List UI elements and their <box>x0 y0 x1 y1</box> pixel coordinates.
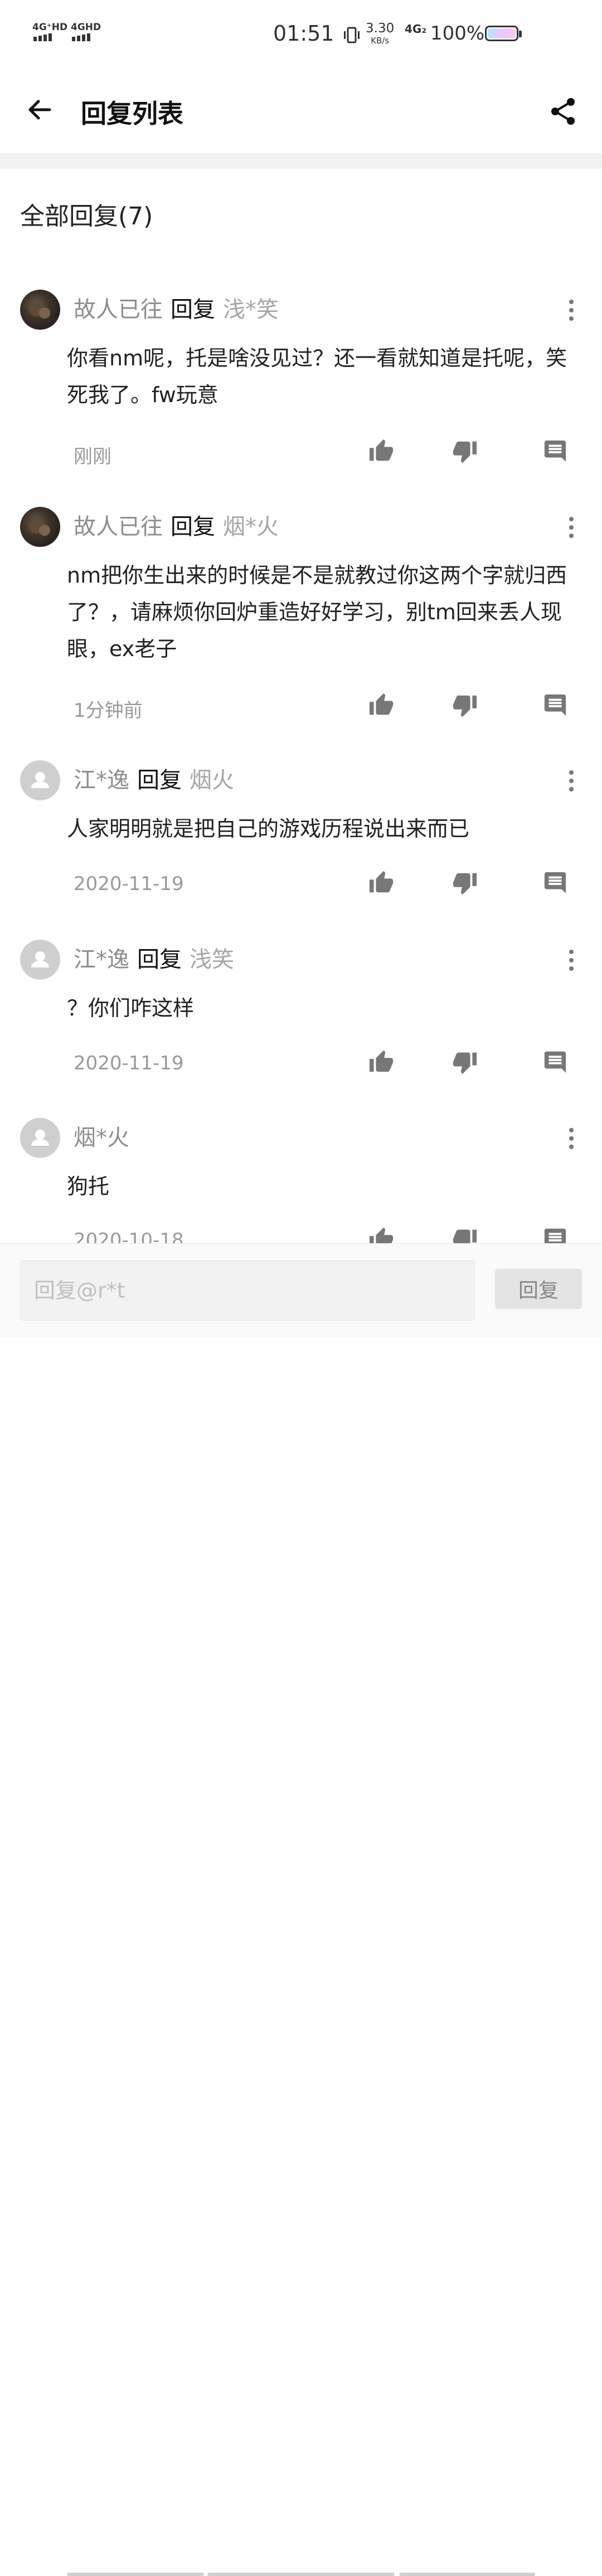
signal-icon <box>33 33 52 41</box>
vibrate-icon <box>344 27 360 43</box>
list-item: 故人已往 回复 烟*火 nm把你生出来的时候是不是就教过你这两个字就归西了？，请麻烦… <box>0 496 602 749</box>
avatar[interactable] <box>20 290 60 330</box>
reply-button[interactable] <box>538 688 572 722</box>
reply-word: 回复 <box>137 947 182 972</box>
like-button[interactable] <box>365 1045 398 1079</box>
dislike-button[interactable] <box>448 434 482 468</box>
nav-gesture-bar <box>399 2573 535 2576</box>
thumb-up-icon <box>369 693 394 715</box>
network-type: 4G₂ <box>405 22 427 36</box>
reply-target[interactable]: 烟*火 <box>223 514 279 540</box>
more-options-button[interactable] <box>563 946 580 974</box>
username[interactable]: 江*逸 <box>74 768 129 793</box>
reply-list: 故人已往 回复 浅*笑 你看nm呢，托是啥没见过？还一看就知道是托呢，笑死我了。fw… <box>0 278 602 1274</box>
net-speed: 3.30 KB/s <box>366 21 395 46</box>
more-options-button[interactable] <box>563 296 580 324</box>
reply-word: 回复 <box>137 768 182 793</box>
like-button[interactable] <box>365 688 398 722</box>
list-item: 江*逸 回复 浅笑 ？你们咋这样 2020-11-19 <box>0 928 602 1107</box>
like-button[interactable] <box>365 866 398 900</box>
header-divider <box>0 153 602 169</box>
send-reply-button[interactable]: 回复 <box>495 1269 582 1309</box>
comment-header: 江*逸 回复 浅笑 <box>74 945 234 974</box>
comment-text: nm把你生出来的时候是不是就教过你这两个字就归西了？，请麻烦你回炉重造好好学习，… <box>67 563 567 661</box>
reply-button[interactable] <box>538 434 572 468</box>
arrow-left-icon <box>28 100 51 120</box>
username[interactable]: 江*逸 <box>74 947 129 972</box>
thumb-up-icon <box>369 871 394 893</box>
thumb-up-icon <box>369 1050 394 1072</box>
reply-target[interactable]: 烟火 <box>190 768 234 793</box>
thumb-down-icon <box>453 441 477 463</box>
comment-text: 你看nm呢，托是啥没见过？还一看就知道是托呢，笑死我了。fw玩意 <box>67 346 567 407</box>
comment-time: 刚刚 <box>74 446 111 468</box>
default-avatar-icon <box>31 1130 49 1146</box>
comment-header: 烟*火 <box>74 1123 129 1152</box>
comment-time: 1分钟前 <box>74 700 143 722</box>
reply-word: 回复 <box>171 514 215 540</box>
avatar[interactable] <box>20 940 60 980</box>
username[interactable]: 烟*火 <box>74 1125 129 1151</box>
comment-header: 故人已往 回复 浅*笑 <box>74 295 279 324</box>
page-title: 回复列表 <box>81 99 183 129</box>
comment-icon <box>544 694 566 716</box>
comment-text: 狗托 <box>67 1174 110 1199</box>
sim2-label: 4GHD <box>71 22 101 33</box>
app-bar: 回复列表 <box>0 67 602 153</box>
default-avatar-icon <box>31 772 49 788</box>
reply-target[interactable]: 浅*笑 <box>223 297 279 322</box>
dislike-button[interactable] <box>448 866 482 900</box>
more-options-button[interactable] <box>563 514 580 541</box>
more-options-button[interactable] <box>563 767 580 795</box>
battery-percent: 100% <box>430 22 485 45</box>
nav-gesture-bar <box>207 2573 395 2576</box>
reply-word: 回复 <box>171 297 215 322</box>
comment-text: 人家明明就是把自己的游戏历程说出来而已 <box>67 817 470 841</box>
sim1-label: 4G⁺HD <box>32 22 68 33</box>
default-avatar-icon <box>31 951 49 967</box>
avatar[interactable] <box>20 507 60 547</box>
reply-button[interactable] <box>538 1045 572 1079</box>
thumb-down-icon <box>453 873 477 895</box>
reply-bar: 回复 <box>0 1243 602 2576</box>
comment-time: 2020-11-19 <box>74 1052 184 1074</box>
comment-header: 江*逸 回复 烟火 <box>74 766 234 795</box>
share-icon <box>551 98 575 125</box>
comment-time: 2020-11-19 <box>74 873 184 895</box>
dislike-button[interactable] <box>448 1045 482 1079</box>
reply-input-container <box>20 1260 475 1321</box>
nav-gesture-bar <box>67 2573 204 2576</box>
comment-icon <box>544 872 566 894</box>
status-bar: 4G⁺HD 4GHD 01:51 3.30 KB/s 4G₂ 100% <box>0 0 602 67</box>
signal-icon <box>72 33 90 41</box>
share-button[interactable] <box>543 92 582 131</box>
reply-target[interactable]: 浅笑 <box>190 947 234 972</box>
reply-button[interactable] <box>538 866 572 900</box>
thumb-down-icon <box>453 695 477 717</box>
battery-icon <box>485 26 518 41</box>
username[interactable]: 故人已往 <box>74 514 163 540</box>
username[interactable]: 故人已往 <box>74 297 163 322</box>
section-title: 全部回复(7) <box>20 202 153 231</box>
clock: 01:51 <box>273 21 334 46</box>
comment-icon <box>544 440 566 462</box>
reply-input[interactable] <box>21 1261 474 1320</box>
more-options-button[interactable] <box>563 1125 580 1152</box>
like-button[interactable] <box>365 434 398 468</box>
thumb-down-icon <box>453 1052 477 1074</box>
thumb-up-icon <box>369 439 394 461</box>
dislike-button[interactable] <box>448 688 482 722</box>
comment-header: 故人已往 回复 烟*火 <box>74 512 279 541</box>
comment-text: ？你们咋这样 <box>67 996 195 1020</box>
list-item: 故人已往 回复 浅*笑 你看nm呢，托是啥没见过？还一看就知道是托呢，笑死我了。fw… <box>0 278 602 496</box>
avatar[interactable] <box>20 1118 60 1158</box>
comment-icon <box>544 1051 566 1073</box>
list-item: 江*逸 回复 烟火 人家明明就是把自己的游戏历程说出来而已 2020-11-19 <box>0 749 602 928</box>
back-button[interactable] <box>21 92 57 128</box>
avatar[interactable] <box>20 760 60 800</box>
